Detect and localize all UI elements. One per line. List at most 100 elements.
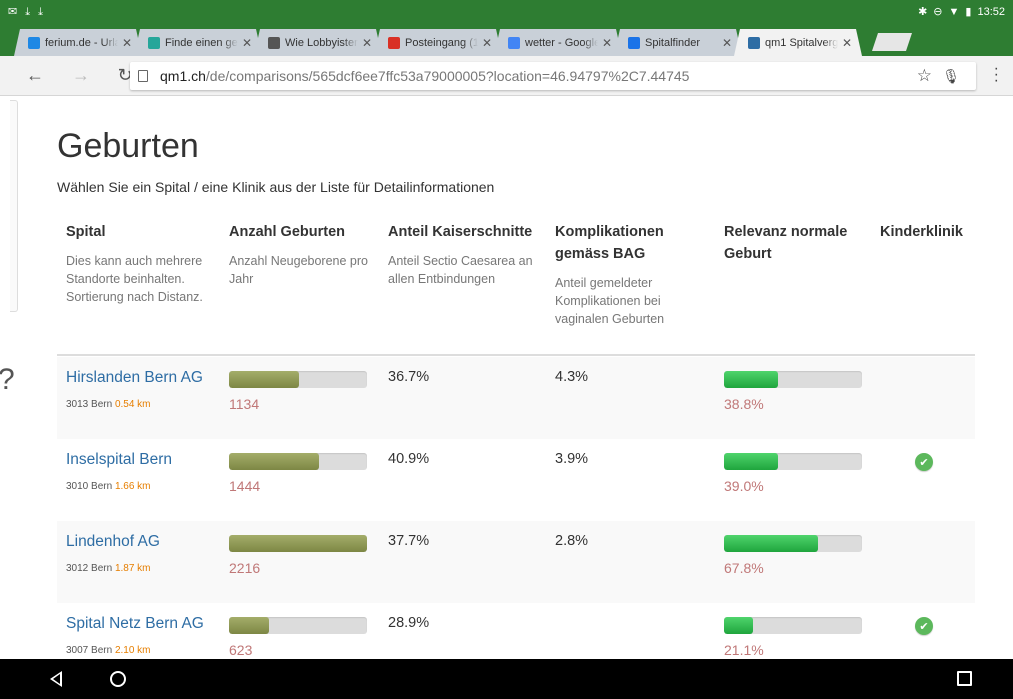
hospital-cell: Lindenhof AG 3012 Bern 1.87 km xyxy=(66,533,160,574)
tab-title: Posteingang (15) xyxy=(405,36,478,49)
births-bar-fill xyxy=(229,453,319,470)
tab-title: qm1 Spitalvergle xyxy=(765,36,838,49)
table-row[interactable]: Spital Netz Bern AG 3007 Bern 2.10 km 623 2… xyxy=(57,603,975,659)
hospital-cell: Hirslanden Bern AG 3013 Bern 0.54 km xyxy=(66,369,203,410)
microphone-icon[interactable]: 🎙 xyxy=(942,68,960,85)
hospital-zip-city: 3010 Bern xyxy=(66,481,113,492)
hospital-distance: 0.54 km xyxy=(114,399,151,410)
wifi-icon: ▼ xyxy=(948,5,960,18)
table-row[interactable]: Inselspital Bern 3010 Bern 1.66 km 1444 40.… xyxy=(57,439,975,521)
column-komplikationen[interactable]: Komplikationen gemäss BAG Anteil gemelde… xyxy=(555,221,685,328)
android-status-bar: ✉ ⤓ ⤓ ✱ ⊖ ▼ ▮ 13:52 xyxy=(0,0,1013,24)
hospital-name-link[interactable]: Lindenhof AG xyxy=(66,533,160,551)
column-description: Anzahl Neugeborene pro Jahr xyxy=(229,254,368,286)
relevance-bar-fill xyxy=(724,617,754,634)
relevance-bar-fill xyxy=(724,371,778,388)
births-value: 1444 xyxy=(229,478,261,494)
tab-title: wetter - Google-S xyxy=(525,36,598,49)
address-bar[interactable]: qm1.ch/de/comparisons/565dcf6ee7ffc53a79… xyxy=(130,62,976,90)
new-tab-button[interactable] xyxy=(872,33,912,51)
tab-title: Finde einen gebra xyxy=(165,36,238,49)
hospital-name-link[interactable]: Inselspital Bern xyxy=(66,451,172,469)
caesarean-value: 36.7% xyxy=(388,369,430,385)
status-time: 13:52 xyxy=(977,6,1005,18)
tab-title: Wie Lobbyisten d xyxy=(285,36,358,49)
tab-close-icon[interactable]: ✕ xyxy=(842,36,852,50)
table-row[interactable]: Hirslanden Bern AG 3013 Bern 0.54 km 1134 3… xyxy=(57,357,975,439)
browser-tab[interactable]: wetter - Google-S ✕ xyxy=(494,29,622,56)
hospital-name-link[interactable]: Spital Netz Bern AG xyxy=(66,615,204,633)
tab-close-icon[interactable]: ✕ xyxy=(602,36,612,50)
relevance-value: 38.8% xyxy=(724,396,764,412)
back-triangle-inner xyxy=(53,674,60,684)
complications-value: 2.8% xyxy=(555,533,589,549)
caesarean-value: 37.7% xyxy=(388,533,430,549)
page-content: ? Geburten Wählen Sie ein Spital / eine … xyxy=(0,97,1013,659)
back-arrow-icon[interactable]: ← xyxy=(20,65,50,86)
tab-close-icon[interactable]: ✕ xyxy=(242,36,252,50)
forward-arrow-icon[interactable]: → xyxy=(66,65,96,86)
side-panel-handle[interactable] xyxy=(10,100,18,312)
column-kaiserschnitte[interactable]: Anteil Kaiserschnitte Anteil Sectio Caes… xyxy=(388,221,533,288)
tab-close-icon[interactable]: ✕ xyxy=(362,36,372,50)
relevance-bar-fill xyxy=(724,453,778,470)
column-header-label: Relevanz normale Geburt xyxy=(724,224,848,262)
browser-tab[interactable]: qm1 Spitalvergle ✕ xyxy=(734,29,862,56)
births-cell: 623 xyxy=(229,617,367,658)
column-anzahl-geburten[interactable]: Anzahl Geburten Anzahl Neugeborene pro J… xyxy=(229,221,369,288)
hospital-zip-city: 3013 Bern xyxy=(66,399,113,410)
relevance-value: 21.1% xyxy=(724,642,764,658)
column-relevanz[interactable]: Relevanz normale Geburt xyxy=(724,221,864,265)
battery-icon: ▮ xyxy=(965,5,972,18)
hospital-name-link[interactable]: Hirslanden Bern AG xyxy=(66,369,203,387)
births-bar xyxy=(229,453,367,470)
bookmark-star-icon[interactable]: ☆ xyxy=(917,66,932,86)
download-icon: ⤓ xyxy=(38,5,43,18)
tab-close-icon[interactable]: ✕ xyxy=(122,36,132,50)
births-bar-fill xyxy=(229,535,367,552)
births-cell: 2216 xyxy=(229,535,367,576)
tab-favicon-icon xyxy=(508,37,520,49)
births-bar xyxy=(229,371,367,388)
relevance-cell: 39.0% xyxy=(724,453,862,494)
browser-tab[interactable]: Finde einen gebra ✕ xyxy=(134,29,262,56)
relevance-cell: 67.8% xyxy=(724,535,862,576)
table-row[interactable]: Lindenhof AG 3012 Bern 1.87 km 2216 37.7% 2.… xyxy=(57,521,975,603)
relevance-bar xyxy=(724,617,862,634)
tab-favicon-icon xyxy=(148,37,160,49)
hospital-distance: 2.10 km xyxy=(114,645,151,656)
browser-tab[interactable]: Wie Lobbyisten d ✕ xyxy=(254,29,382,56)
tab-favicon-icon xyxy=(748,37,760,49)
home-circle-icon[interactable] xyxy=(110,671,126,687)
url-path: /de/comparisons/565dcf6ee7ffc53a79000005… xyxy=(205,68,690,84)
more-menu-icon[interactable]: · · · xyxy=(994,61,999,89)
browser-tab[interactable]: Posteingang (15) ✕ xyxy=(374,29,502,56)
browser-tab[interactable]: Spitalfinder ✕ xyxy=(614,29,742,56)
relevance-bar xyxy=(724,453,862,470)
column-header-label: Komplikationen gemäss BAG xyxy=(555,224,664,262)
browser-tab[interactable]: ferium.de - Urlaub ✕ xyxy=(14,29,142,56)
column-kinderklinik[interactable]: Kinderklinik xyxy=(880,221,975,243)
tab-favicon-icon xyxy=(628,37,640,49)
tab-close-icon[interactable]: ✕ xyxy=(482,36,492,50)
side-glyph: ? xyxy=(0,363,15,397)
relevance-bar xyxy=(724,535,862,552)
tab-favicon-icon xyxy=(28,37,40,49)
complications-value: 4.3% xyxy=(555,369,589,385)
tab-favicon-icon xyxy=(388,37,400,49)
column-description: Anteil gemeldeter Komplikationen bei vag… xyxy=(555,276,665,326)
hospital-cell: Spital Netz Bern AG 3007 Bern 2.10 km xyxy=(66,615,204,656)
complications-value: 3.9% xyxy=(555,451,589,467)
table-header: Spital Dies kann auch mehrere Standorte … xyxy=(57,221,975,356)
tab-close-icon[interactable]: ✕ xyxy=(722,36,732,50)
android-nav-bar xyxy=(0,659,1013,699)
page-info-icon[interactable] xyxy=(138,70,148,82)
url-host: qm1.ch xyxy=(160,68,206,84)
births-value: 623 xyxy=(229,642,253,658)
column-description: Dies kann auch mehrere Standorte beinhal… xyxy=(66,254,203,304)
recents-square-icon[interactable] xyxy=(957,671,972,686)
hospital-zip-city: 3007 Bern xyxy=(66,645,113,656)
column-spital[interactable]: Spital Dies kann auch mehrere Standorte … xyxy=(66,221,216,306)
tab-title: ferium.de - Urlaub xyxy=(45,36,118,49)
email-notification-icon: ✉ xyxy=(8,5,18,18)
